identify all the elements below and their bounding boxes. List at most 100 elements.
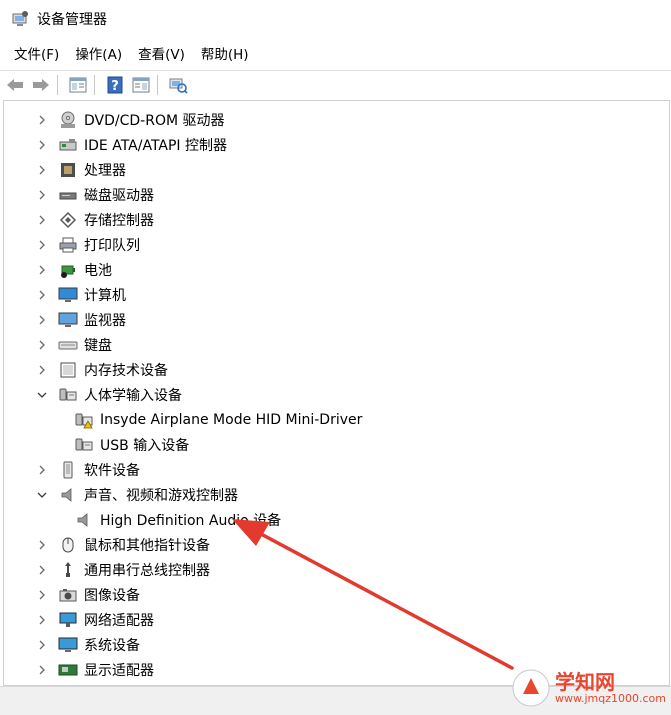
chevron-right-icon[interactable] [34,637,50,653]
tree-item[interactable]: 键盘 [4,332,669,357]
tree-item[interactable]: 软件设备 [4,457,669,482]
tree-item[interactable]: 声音、视频和游戏控制器 [4,482,669,507]
dvd-drive-icon [58,111,78,129]
menu-view[interactable]: 查看(V) [132,43,195,63]
chevron-right-icon[interactable] [34,662,50,678]
camera-icon [58,586,78,604]
chevron-right-icon[interactable] [34,337,50,353]
chevron-right-icon[interactable] [34,462,50,478]
network-adapter-icon [58,611,78,629]
tree-item[interactable]: 内存技术设备 [4,357,669,382]
tree-item[interactable]: Insyde Airplane Mode HID Mini-Driver [4,407,669,432]
tree-item-label: 磁盘驱动器 [84,187,154,204]
menu-action[interactable]: 操作(A) [69,43,132,63]
tree-item-label: 打印队列 [84,237,140,254]
computer-icon [58,286,78,304]
tree-item-label: 处理器 [84,162,126,179]
chevron-right-icon[interactable] [34,137,50,153]
back-arrow-icon[interactable] [4,74,26,96]
chevron-right-icon[interactable] [34,587,50,603]
forward-arrow-icon[interactable] [30,74,52,96]
chevron-right-icon[interactable] [34,562,50,578]
tree-item-label: 软件设备 [84,462,140,479]
tree-item-label: 人体学输入设备 [84,387,182,404]
tree-item-label: 计算机 [84,287,126,304]
tree-item[interactable]: 鼠标和其他指针设备 [4,532,669,557]
tree-item[interactable]: 通用串行总线控制器 [4,557,669,582]
tree-item[interactable]: 处理器 [4,157,669,182]
tree-item-label: Insyde Airplane Mode HID Mini-Driver [100,411,363,428]
svg-text:?: ? [111,79,119,94]
tree-item-label: IDE ATA/ATAPI 控制器 [84,137,228,154]
speaker-icon [74,511,94,529]
mouse-icon [58,536,78,554]
tree-item[interactable]: IDE ATA/ATAPI 控制器 [4,132,669,157]
chevron-right-icon[interactable] [34,262,50,278]
tree-item-label: 存储控制器 [84,212,154,229]
chevron-right-icon[interactable] [34,612,50,628]
watermark: 学知网 www.jmqz1000.com [505,666,666,712]
toolbar-separator [57,75,58,95]
tree-item[interactable]: 图像设备 [4,582,669,607]
chevron-right-icon[interactable] [34,112,50,128]
tree-item[interactable]: 系统设备 [4,632,669,657]
tree-item[interactable]: USB 输入设备 [4,432,669,457]
properties-icon[interactable] [67,74,89,96]
ide-controller-icon [58,136,78,154]
menu-bar: 文件(F) 操作(A) 查看(V) 帮助(H) [0,40,671,66]
memory-device-icon [58,361,78,379]
chevron-right-icon[interactable] [34,362,50,378]
tree-item-label: 网络适配器 [84,612,154,629]
tree-item-label: 鼠标和其他指针设备 [84,537,210,554]
tree-item[interactable]: 计算机 [4,282,669,307]
watermark-url: www.jmqz1000.com [555,692,666,705]
tree-item[interactable]: 电池 [4,257,669,282]
hid-icon [58,386,78,404]
chevron-right-icon[interactable] [34,312,50,328]
chevron-right-icon[interactable] [34,237,50,253]
show-hide-console-icon[interactable] [130,74,152,96]
tree-item[interactable]: DVD/CD-ROM 驱动器 [4,107,669,132]
tree-item[interactable]: 人体学输入设备 [4,382,669,407]
tree-item-label: 系统设备 [84,637,140,654]
toolbar-separator [157,75,158,95]
chevron-down-icon[interactable] [34,487,50,503]
tree-item-label: DVD/CD-ROM 驱动器 [84,112,225,129]
battery-icon [58,261,78,279]
tree-item-label: 声音、视频和游戏控制器 [84,487,238,504]
watermark-logo-icon [512,669,550,707]
processor-icon [58,161,78,179]
tree-item-label: High Definition Audio 设备 [100,512,282,529]
menu-help[interactable]: 帮助(H) [195,43,259,63]
tree-item-label: 内存技术设备 [84,362,168,379]
tree-item-label: 键盘 [84,337,112,354]
menu-file[interactable]: 文件(F) [0,43,69,63]
storage-controller-icon [58,211,78,229]
tree-item[interactable]: 磁盘驱动器 [4,182,669,207]
usb-controller-icon [58,561,78,579]
tree-item-label: 图像设备 [84,587,140,604]
tree-item-label: 显示适配器 [84,662,154,679]
tree-item[interactable]: 网络适配器 [4,607,669,632]
disk-drive-icon [58,186,78,204]
chevron-right-icon[interactable] [34,162,50,178]
tree-item[interactable]: High Definition Audio 设备 [4,507,669,532]
toolbar: ? [0,70,671,99]
tree-item[interactable]: 监视器 [4,307,669,332]
scan-hardware-icon[interactable] [167,74,189,96]
chevron-right-icon[interactable] [34,212,50,228]
chevron-right-icon[interactable] [34,287,50,303]
chevron-down-icon[interactable] [34,387,50,403]
help-icon[interactable]: ? [104,74,126,96]
chevron-right-icon[interactable] [34,187,50,203]
tree-item[interactable]: 打印队列 [4,232,669,257]
title-bar: 设备管理器 [0,0,671,38]
device-tree[interactable]: DVD/CD-ROM 驱动器 IDE ATA/ATAPI 控制器 处理器磁盘驱动器存… [3,100,670,686]
hid-icon [74,436,94,454]
chevron-right-icon[interactable] [34,537,50,553]
software-device-icon [58,461,78,479]
tree-item-label: 电池 [84,262,112,279]
tree-item[interactable]: 存储控制器 [4,207,669,232]
window-title: 设备管理器 [37,12,107,28]
system-device-icon [58,636,78,654]
